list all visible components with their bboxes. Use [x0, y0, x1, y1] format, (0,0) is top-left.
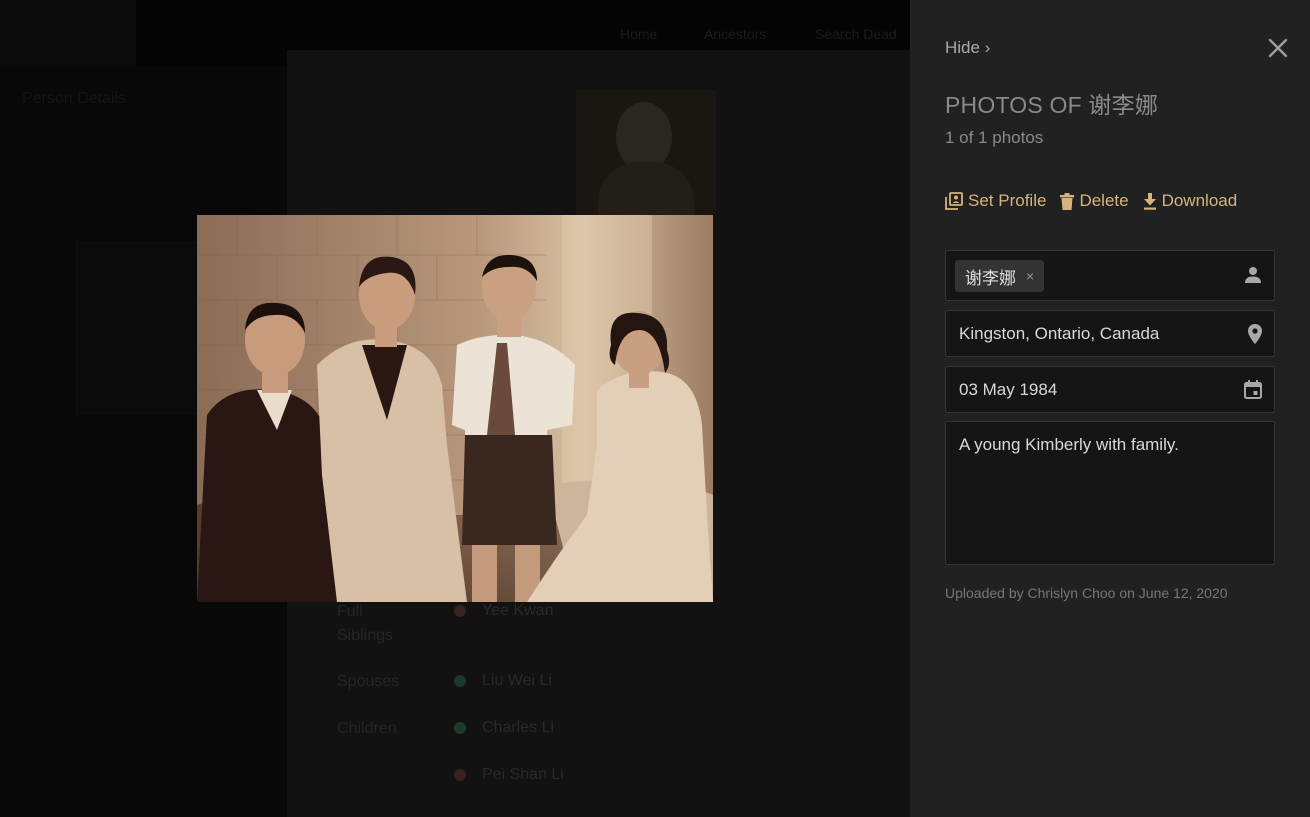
download-icon — [1143, 192, 1156, 210]
background-relation-value: Pei Shan Li — [482, 766, 564, 783]
background-relation-dot — [454, 769, 466, 781]
background-relation-value: Liu Wei Li — [482, 672, 552, 689]
panel-title: PHOTOS OF 谢李娜 — [945, 92, 1159, 118]
remove-tag-button[interactable]: × — [1026, 268, 1034, 284]
background-relation-label: Spouses — [337, 673, 400, 690]
background-relation-dot — [454, 722, 466, 734]
background-relation-label: Full Siblings — [337, 603, 394, 644]
map-pin-icon — [1248, 324, 1262, 344]
background-relation-value: Yee Kwan — [482, 602, 554, 619]
delete-label: Delete — [1079, 191, 1129, 210]
background-relation-dot — [454, 675, 466, 687]
background-relation-label: Children — [337, 720, 397, 737]
background-relation-dot — [454, 605, 466, 617]
date-field[interactable]: 03 May 1984 — [945, 366, 1275, 413]
photo-details-panel: Hide › PHOTOS OF 谢李娜 1 of 1 photos Set P… — [910, 0, 1310, 817]
background-logo — [0, 0, 136, 66]
person-icon — [1245, 267, 1261, 283]
set-profile-label: Set Profile — [968, 191, 1047, 210]
background-nav-search: Search Dead — [815, 26, 897, 42]
background-profile-photo — [576, 90, 716, 215]
close-icon[interactable] — [1267, 37, 1289, 59]
description-field[interactable]: A young Kimberly with family. — [945, 421, 1275, 565]
location-value: Kingston, Ontario, Canada — [959, 324, 1160, 343]
date-value: 03 May 1984 — [959, 380, 1058, 399]
description-value: A young Kimberly with family. — [959, 435, 1179, 454]
background-nav-home: Home — [620, 26, 658, 42]
trash-icon — [1060, 192, 1075, 210]
set-profile-icon — [945, 192, 963, 210]
background-relation-value: Charles Li — [482, 719, 555, 736]
delete-button[interactable]: Delete — [1060, 191, 1129, 211]
person-tag: 谢李娜 × — [955, 260, 1045, 292]
hide-panel-link[interactable]: Hide › — [945, 38, 990, 58]
background-nav-ancestors: Ancestors — [704, 26, 767, 42]
tagged-people-field[interactable]: 谢李娜 × — [945, 250, 1275, 301]
person-tag-name: 谢李娜 — [965, 268, 1016, 288]
background-left-title: Person Details — [22, 90, 127, 107]
download-label: Download — [1161, 191, 1238, 210]
calendar-icon — [1244, 380, 1262, 399]
location-field[interactable]: Kingston, Ontario, Canada — [945, 310, 1275, 357]
family-photo — [197, 215, 713, 602]
photo-count: 1 of 1 photos — [945, 128, 1044, 147]
download-button[interactable]: Download — [1143, 191, 1238, 211]
upload-info: Uploaded by Chrislyn Choo on June 12, 20… — [945, 585, 1228, 601]
set-profile-button[interactable]: Set Profile — [945, 191, 1046, 211]
photo-actions: Set Profile Delete Download — [945, 191, 1237, 211]
